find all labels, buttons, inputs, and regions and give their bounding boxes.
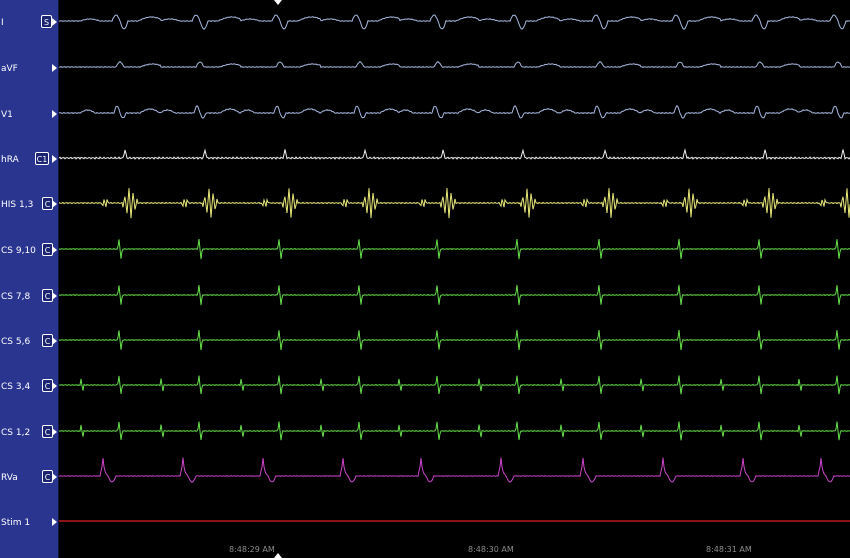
channel-row-12[interactable]: Stim 1 bbox=[0, 515, 58, 531]
channel-label: HIS 1,3 bbox=[1, 200, 34, 210]
channel-pointer-icon bbox=[52, 428, 57, 436]
channel-pointer-icon bbox=[52, 200, 57, 208]
channel-pointer-icon bbox=[52, 518, 57, 526]
channel-pointer-icon bbox=[52, 382, 57, 390]
waveform-trace-4 bbox=[59, 148, 850, 160]
waveform-trace-11 bbox=[59, 457, 850, 483]
channel-row-10[interactable]: CS 1,2 C bbox=[0, 425, 58, 441]
channel-row-5[interactable]: HIS 1,3 C bbox=[0, 197, 58, 213]
waveform-trace-10 bbox=[59, 421, 850, 441]
channel-pointer-icon bbox=[52, 337, 57, 345]
channel-setting-button[interactable]: S bbox=[41, 15, 52, 28]
channel-row-8[interactable]: CS 5,6 C bbox=[0, 334, 58, 350]
channel-row-3[interactable]: V1 bbox=[0, 107, 58, 123]
channel-pointer-icon bbox=[52, 18, 57, 26]
channel-pointer-icon bbox=[52, 292, 57, 300]
waveform-trace-8 bbox=[59, 329, 850, 351]
channel-row-9[interactable]: CS 3,4 C bbox=[0, 379, 58, 395]
channel-label: CS 7,8 bbox=[1, 292, 31, 302]
channel-label: CS 1,2 bbox=[1, 428, 31, 438]
channel-setting-button[interactable]: C1 bbox=[35, 152, 49, 165]
channel-pointer-icon bbox=[52, 473, 57, 481]
channel-row-7[interactable]: CS 7,8 C bbox=[0, 289, 58, 305]
channel-label: RVa bbox=[1, 473, 18, 483]
channel-label: hRA bbox=[1, 155, 19, 165]
channel-label: CS 9,10 bbox=[1, 246, 36, 256]
waveform-trace-3 bbox=[59, 104, 850, 119]
time-label-2: 8:48:30 AM bbox=[468, 545, 514, 554]
channel-pointer-icon bbox=[52, 246, 57, 254]
channel-label: V1 bbox=[1, 110, 13, 120]
top-cursor-marker[interactable] bbox=[274, 0, 282, 5]
channel-label: CS 5,6 bbox=[1, 337, 31, 347]
waveform-trace-1 bbox=[59, 14, 850, 30]
ep-recording-window: I SaVF V1 hRA C1 HIS 1,3 C CS 9,10 C CS 7,8 C CS 5,… bbox=[0, 0, 850, 558]
channel-label: I bbox=[1, 18, 4, 28]
channel-label: CS 3,4 bbox=[1, 382, 31, 392]
channel-pointer-icon bbox=[52, 155, 57, 163]
waveform-trace-5 bbox=[59, 188, 850, 219]
waveform-display[interactable] bbox=[59, 0, 850, 558]
channel-label: Stim 1 bbox=[1, 518, 31, 528]
waveform-trace-9 bbox=[59, 375, 850, 395]
channel-label: aVF bbox=[1, 64, 18, 74]
time-label-3: 8:48:31 AM bbox=[706, 545, 752, 554]
channel-label-sidebar: I SaVF V1 hRA C1 HIS 1,3 C CS 9,10 C CS 7,8 C CS 5,… bbox=[0, 0, 59, 558]
channel-pointer-icon bbox=[52, 64, 57, 72]
channel-row-2[interactable]: aVF bbox=[0, 61, 58, 77]
channel-row-1[interactable]: IS bbox=[0, 15, 58, 31]
channel-row-6[interactable]: CS 9,10 C bbox=[0, 243, 58, 259]
channel-row-11[interactable]: RVa C bbox=[0, 470, 58, 486]
channel-pointer-icon bbox=[52, 110, 57, 118]
bottom-cursor-marker[interactable] bbox=[274, 553, 282, 558]
waveform-trace-7 bbox=[59, 284, 850, 306]
waveform-trace-6 bbox=[59, 238, 850, 260]
channel-row-4[interactable]: hRA C1 bbox=[0, 152, 58, 168]
waveform-trace-2 bbox=[59, 60, 850, 69]
time-label-1: 8:48:29 AM bbox=[229, 545, 275, 554]
